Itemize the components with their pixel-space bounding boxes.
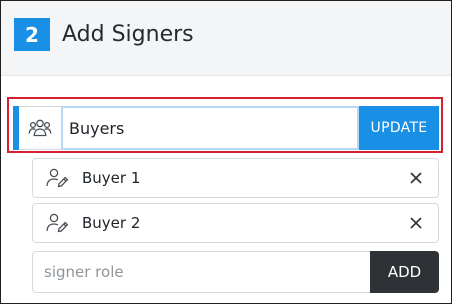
signer-name: Buyer 2 bbox=[82, 214, 141, 232]
close-icon bbox=[410, 217, 422, 229]
add-signers-panel: 2 Add Signers UPDATE B bbox=[0, 0, 452, 304]
user-edit-icon bbox=[33, 159, 81, 197]
signer-group-row: UPDATE bbox=[13, 106, 439, 150]
signer-row: Buyer 1 bbox=[32, 158, 439, 198]
user-edit-icon bbox=[33, 204, 81, 242]
remove-signer-button[interactable] bbox=[394, 159, 438, 197]
remove-signer-button[interactable] bbox=[394, 204, 438, 242]
panel-header: 2 Add Signers bbox=[1, 1, 451, 76]
page-title: Add Signers bbox=[62, 22, 194, 47]
users-icon bbox=[19, 106, 61, 150]
signer-row: Buyer 2 bbox=[32, 203, 439, 243]
signer-name: Buyer 1 bbox=[82, 169, 141, 187]
add-button[interactable]: ADD bbox=[370, 251, 439, 293]
close-icon bbox=[410, 172, 422, 184]
signer-role-input[interactable] bbox=[32, 251, 370, 293]
add-signer-role-row: ADD bbox=[32, 251, 439, 293]
signer-group-name-input[interactable] bbox=[61, 106, 359, 150]
step-number-badge: 2 bbox=[14, 18, 50, 51]
update-button[interactable]: UPDATE bbox=[359, 106, 439, 150]
